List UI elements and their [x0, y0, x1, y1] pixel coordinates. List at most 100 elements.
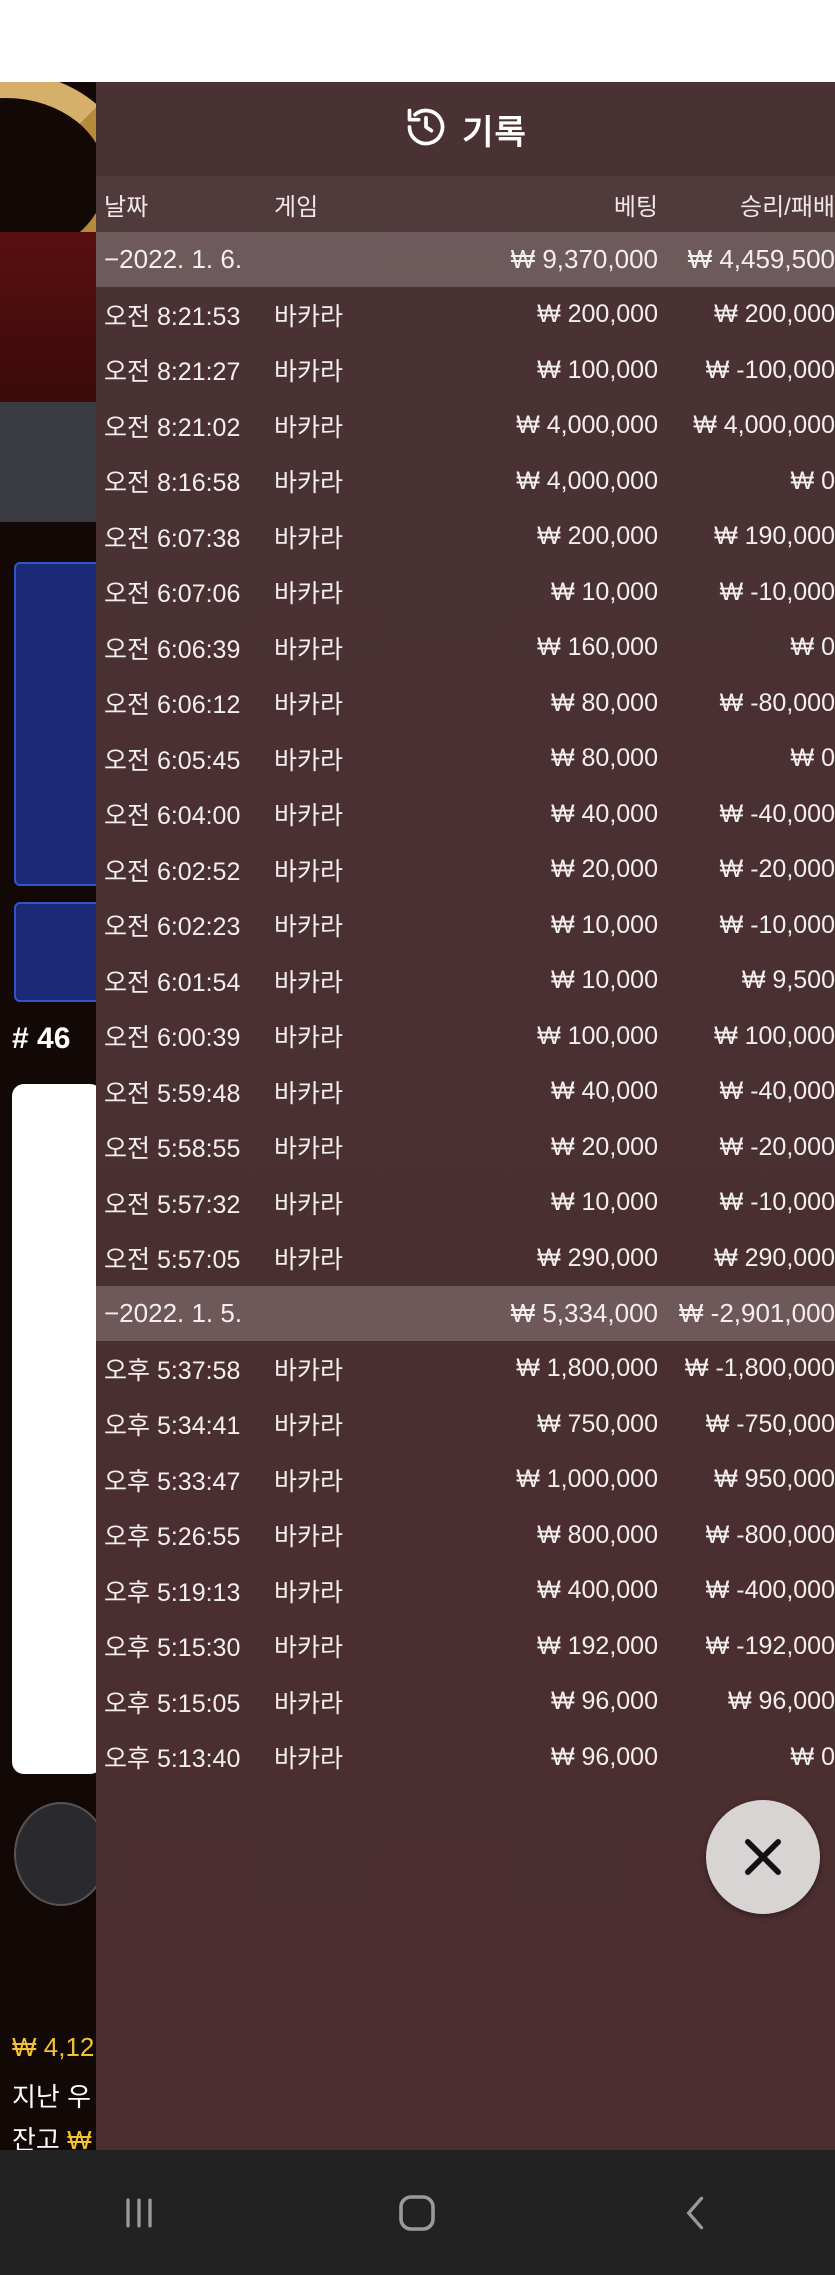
history-panel: 기록 날짜 게임 베팅 승리/패배 −2022. 1. 6. ₩ 9,370,00… [96, 82, 835, 2150]
row-time: 오후 5:37:58 [104, 1356, 241, 1385]
row-result: ₩ 9,500 [741, 966, 835, 995]
row-game: 바카라 [274, 746, 344, 775]
history-row[interactable]: 오전 5:57:32 바카라 ₩ 10,000 ₩ -10,000 [96, 1175, 835, 1231]
history-row[interactable]: 오후 5:15:30 바카라 ₩ 192,000 ₩ -192,000 [96, 1619, 835, 1675]
history-row[interactable]: 오전 8:16:58 바카라 ₩ 4,000,000 ₩ 0 [96, 454, 835, 510]
row-result: ₩ -10,000 [719, 1188, 835, 1217]
history-columns-header: 날짜 게임 베팅 승리/패배 [96, 176, 835, 232]
bet-area-player[interactable] [14, 562, 96, 886]
row-bet: ₩ 96,000 [550, 1687, 658, 1716]
row-game: 바카라 [274, 358, 344, 387]
history-row[interactable]: 오후 5:26:55 바카라 ₩ 800,000 ₩ -800,000 [96, 1508, 835, 1564]
column-result: 승리/패배 [740, 193, 835, 221]
row-game: 바카라 [274, 302, 344, 331]
history-title: 기록 [462, 113, 527, 152]
history-row[interactable]: 오후 5:37:58 바카라 ₩ 1,800,000 ₩ -1,800,000 [96, 1341, 835, 1397]
scoreboard-road [12, 1084, 96, 1774]
row-bet: ₩ 80,000 [550, 688, 658, 717]
history-row[interactable]: 오전 6:05:45 바카라 ₩ 80,000 ₩ 0 [96, 731, 835, 787]
row-time: 오전 6:07:06 [104, 580, 241, 609]
system-nav-bar [0, 2150, 835, 2275]
date-group-header[interactable]: −2022. 1. 5. ₩ 5,334,000 ₩ -2,901,000 [96, 1286, 835, 1341]
row-result: ₩ -40,000 [719, 799, 835, 828]
row-time: 오전 6:04:00 [104, 802, 241, 831]
row-game: 바카라 [274, 1745, 344, 1774]
history-row[interactable]: 오전 6:07:06 바카라 ₩ 10,000 ₩ -10,000 [96, 565, 835, 621]
row-time: 오전 6:02:23 [104, 913, 241, 942]
row-game: 바카라 [274, 413, 344, 442]
close-button[interactable] [706, 1800, 820, 1914]
row-result: ₩ -10,000 [719, 910, 835, 939]
row-result: ₩ 190,000 [714, 522, 835, 551]
row-result: ₩ 100,000 [714, 1021, 835, 1050]
history-row[interactable]: 오전 8:21:02 바카라 ₩ 4,000,000 ₩ 4,000,000 [96, 398, 835, 454]
recent-apps-icon [126, 2198, 152, 2227]
row-game: 바카라 [274, 1135, 344, 1164]
date-group-header[interactable]: −2022. 1. 6. ₩ 9,370,000 ₩ 4,459,500 [96, 232, 835, 287]
row-result: ₩ 0 [790, 744, 835, 773]
row-game: 바카라 [274, 1079, 344, 1108]
row-bet: ₩ 20,000 [550, 855, 658, 884]
row-bet: ₩ 100,000 [537, 1021, 658, 1050]
group-total-bet: ₩ 5,334,000 [510, 1298, 658, 1328]
row-bet: ₩ 40,000 [550, 799, 658, 828]
history-row[interactable]: 오전 6:06:39 바카라 ₩ 160,000 ₩ 0 [96, 620, 835, 676]
history-row[interactable]: 오후 5:33:47 바카라 ₩ 1,000,000 ₩ 950,000 [96, 1452, 835, 1508]
column-game: 게임 [274, 193, 319, 221]
row-result: ₩ -400,000 [705, 1576, 835, 1605]
row-game: 바카라 [274, 1634, 344, 1663]
row-result: ₩ 0 [790, 1742, 835, 1771]
row-time: 오전 8:21:53 [104, 302, 241, 331]
row-result: ₩ 96,000 [727, 1687, 835, 1716]
history-row[interactable]: 오전 6:01:54 바카라 ₩ 10,000 ₩ 9,500 [96, 953, 835, 1009]
history-row[interactable]: 오후 5:13:40 바카라 ₩ 96,000 ₩ 0 [96, 1730, 835, 1786]
history-row[interactable]: 오전 6:06:12 바카라 ₩ 80,000 ₩ -80,000 [96, 676, 835, 732]
row-result: ₩ 950,000 [714, 1465, 835, 1494]
history-row[interactable]: 오전 6:07:38 바카라 ₩ 200,000 ₩ 190,000 [96, 509, 835, 565]
row-result: ₩ -1,800,000 [684, 1354, 835, 1383]
history-list: −2022. 1. 6. ₩ 9,370,000 ₩ 4,459,500 오전 8:2… [96, 232, 835, 1785]
history-row[interactable]: 오전 6:04:00 바카라 ₩ 40,000 ₩ -40,000 [96, 787, 835, 843]
history-row[interactable]: 오후 5:19:13 바카라 ₩ 400,000 ₩ -400,000 [96, 1563, 835, 1619]
history-row[interactable]: 오전 8:21:53 바카라 ₩ 200,000 ₩ 200,000 [96, 287, 835, 343]
balance-remaining-line: 잔고 ₩ [12, 2125, 92, 2150]
history-row[interactable]: 오후 5:34:41 바카라 ₩ 750,000 ₩ -750,000 [96, 1397, 835, 1453]
history-row[interactable]: 오전 5:57:05 바카라 ₩ 290,000 ₩ 290,000 [96, 1231, 835, 1287]
row-bet: ₩ 290,000 [537, 1243, 658, 1272]
row-bet: ₩ 4,000,000 [516, 411, 658, 440]
home-button[interactable] [377, 2173, 457, 2253]
group-total-result: ₩ 4,459,500 [687, 244, 835, 274]
column-bet: 베팅 [613, 193, 658, 221]
row-result: ₩ -10,000 [719, 577, 835, 606]
row-time: 오전 5:59:48 [104, 1079, 241, 1108]
history-row[interactable]: 오전 6:02:23 바카라 ₩ 10,000 ₩ -10,000 [96, 898, 835, 954]
history-row[interactable]: 오전 6:00:39 바카라 ₩ 100,000 ₩ 100,000 [96, 1009, 835, 1065]
row-bet: ₩ 10,000 [550, 910, 658, 939]
history-row[interactable]: 오후 5:15:05 바카라 ₩ 96,000 ₩ 96,000 [96, 1674, 835, 1730]
row-result: ₩ -20,000 [719, 1132, 835, 1161]
row-bet: ₩ 160,000 [537, 633, 658, 662]
history-row[interactable]: 오전 5:58:55 바카라 ₩ 20,000 ₩ -20,000 [96, 1120, 835, 1176]
row-bet: ₩ 40,000 [550, 1077, 658, 1106]
row-game: 바카라 [274, 635, 344, 664]
recent-apps-button[interactable] [99, 2173, 179, 2253]
chip-selector-button[interactable] [14, 1802, 96, 1906]
row-result: ₩ -20,000 [719, 855, 835, 884]
row-game: 바카라 [274, 1689, 344, 1718]
row-result: ₩ -750,000 [705, 1409, 835, 1438]
back-button[interactable] [656, 2173, 736, 2253]
row-bet: ₩ 1,000,000 [516, 1465, 658, 1494]
bet-area-pair[interactable] [14, 902, 96, 1002]
row-time: 오전 6:07:38 [104, 524, 241, 553]
row-time: 오전 8:21:27 [104, 358, 241, 387]
history-row[interactable]: 오전 6:02:52 바카라 ₩ 20,000 ₩ -20,000 [96, 842, 835, 898]
history-row[interactable]: 오전 5:59:48 바카라 ₩ 40,000 ₩ -40,000 [96, 1064, 835, 1120]
dealer-table [0, 402, 96, 522]
row-result: ₩ 4,000,000 [693, 411, 835, 440]
balance-line: ₩ 4,12 [12, 2032, 95, 2062]
row-bet: ₩ 400,000 [537, 1576, 658, 1605]
history-row[interactable]: 오전 8:21:27 바카라 ₩ 100,000 ₩ -100,000 [96, 343, 835, 399]
row-bet: ₩ 192,000 [537, 1631, 658, 1660]
row-bet: ₩ 200,000 [537, 300, 658, 329]
row-time: 오전 8:21:02 [104, 413, 241, 442]
